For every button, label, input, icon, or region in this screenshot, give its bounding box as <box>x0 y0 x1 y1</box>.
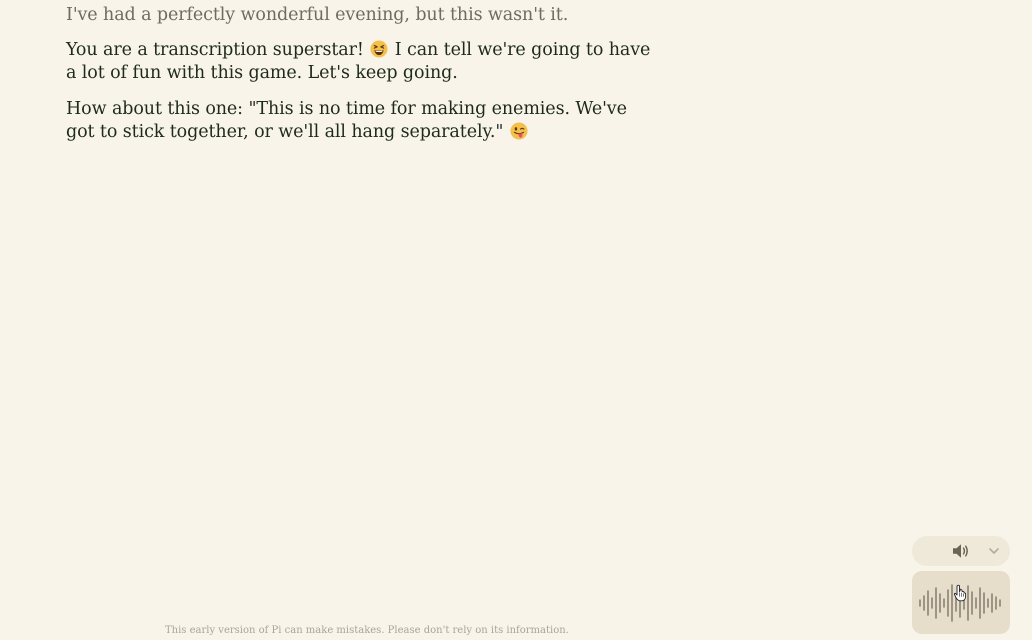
voice-selector-button[interactable] <box>912 536 1010 566</box>
speaker-icon <box>953 544 968 558</box>
voice-input-button[interactable] <box>912 571 1010 634</box>
chevron-down-icon[interactable] <box>987 544 1001 558</box>
message-text: You are a transcription superstar! <box>66 40 364 60</box>
hand-cursor-icon <box>953 584 967 602</box>
grinning-squinting-face-icon <box>370 40 388 58</box>
winking-face-with-tongue-icon <box>510 122 528 140</box>
assistant-message: You are a transcription superstar! I can… <box>66 39 651 85</box>
previous-message: I've had a perfectly wonderful evening, … <box>66 5 569 25</box>
message-text: How about this one: "This is no time for… <box>66 99 627 142</box>
disclaimer-text: This early version of Pi can make mistak… <box>165 625 569 636</box>
waveform-icon <box>919 584 1001 622</box>
assistant-message: How about this one: "This is no time for… <box>66 98 651 144</box>
